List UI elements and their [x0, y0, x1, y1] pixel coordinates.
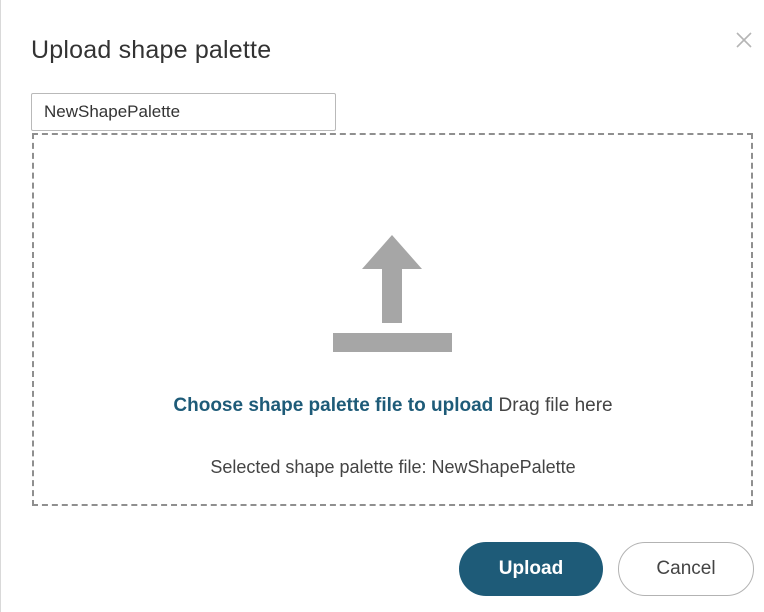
drag-file-text: Drag file here [498, 395, 613, 416]
upload-arrow-icon [333, 235, 452, 353]
palette-name-input[interactable] [31, 93, 336, 131]
cancel-button[interactable]: Cancel [618, 542, 754, 596]
choose-file-line: Choose shape palette file to upload Drag… [1, 395, 764, 417]
close-icon[interactable] [734, 30, 754, 50]
upload-shape-palette-dialog: Upload shape palette Choose shape palett… [0, 0, 764, 612]
selected-file-text: Selected shape palette file: NewShapePal… [210, 457, 576, 477]
choose-file-link[interactable]: Choose shape palette file to upload [173, 395, 493, 416]
upload-button[interactable]: Upload [459, 542, 603, 596]
dialog-title: Upload shape palette [31, 36, 272, 64]
